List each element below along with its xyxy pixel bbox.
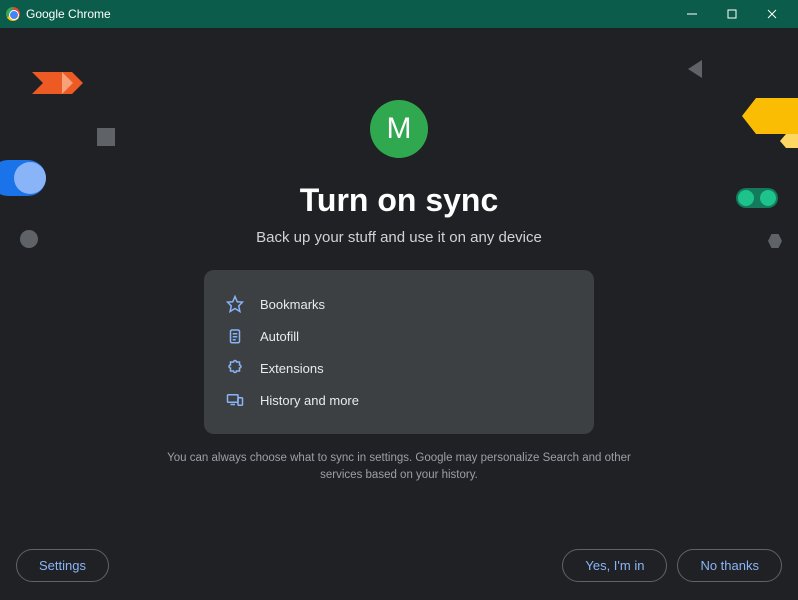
main-content: M Turn on sync Back up your stuff and us… [0,28,798,485]
star-icon [226,295,244,313]
chrome-icon [6,7,20,21]
avatar-letter: M [387,112,412,146]
minimize-button[interactable] [672,0,712,28]
sync-item-history: History and more [226,384,572,416]
sync-item-label: Autofill [260,329,299,344]
maximize-button[interactable] [712,0,752,28]
sync-item-extensions: Extensions [226,352,572,384]
yes-button[interactable]: Yes, I'm in [562,549,667,582]
close-button[interactable] [752,0,792,28]
clipboard-icon [226,327,244,345]
sync-item-label: Bookmarks [260,297,325,312]
settings-button[interactable]: Settings [16,549,109,582]
sync-item-label: Extensions [260,361,324,376]
window-title: Google Chrome [26,7,111,21]
page-heading: Turn on sync [300,182,499,219]
window-controls [672,0,792,28]
disclaimer-text: You can always choose what to sync in se… [159,450,639,485]
page-subheading: Back up your stuff and use it on any dev… [256,229,542,246]
sync-item-label: History and more [260,393,359,408]
avatar: M [370,100,428,158]
devices-icon [226,391,244,409]
titlebar: Google Chrome [0,0,798,28]
sync-card: Bookmarks Autofill Extensions History an… [204,270,594,434]
sync-item-bookmarks: Bookmarks [226,288,572,320]
puzzle-icon [226,359,244,377]
no-thanks-button[interactable]: No thanks [677,549,782,582]
footer: Settings Yes, I'm in No thanks [0,549,798,582]
sync-item-autofill: Autofill [226,320,572,352]
